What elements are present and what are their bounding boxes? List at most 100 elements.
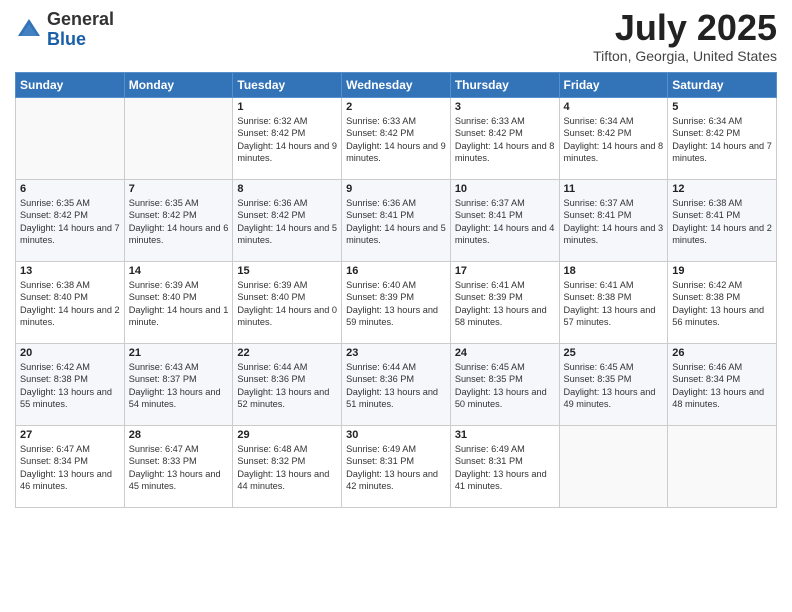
calendar-cell: 1 Sunrise: 6:32 AM Sunset: 8:42 PM Daylig… [233, 98, 342, 180]
calendar-cell: 4 Sunrise: 6:34 AM Sunset: 8:42 PM Daylig… [559, 98, 668, 180]
day-info: Sunrise: 6:42 AM Sunset: 8:38 PM Dayligh… [672, 279, 772, 329]
weekday-header-tuesday: Tuesday [233, 73, 342, 98]
week-row-3: 20 Sunrise: 6:42 AM Sunset: 8:38 PM Dayli… [16, 344, 777, 426]
day-number: 14 [129, 265, 229, 277]
calendar-cell: 30 Sunrise: 6:49 AM Sunset: 8:31 PM Dayli… [342, 426, 451, 508]
day-info: Sunrise: 6:49 AM Sunset: 8:31 PM Dayligh… [346, 443, 446, 493]
calendar-cell: 19 Sunrise: 6:42 AM Sunset: 8:38 PM Dayli… [668, 262, 777, 344]
day-number: 12 [672, 183, 772, 195]
day-info: Sunrise: 6:34 AM Sunset: 8:42 PM Dayligh… [564, 115, 664, 165]
calendar-cell: 13 Sunrise: 6:38 AM Sunset: 8:40 PM Dayli… [16, 262, 125, 344]
logo: General Blue [15, 10, 114, 50]
calendar-cell: 5Sunrise: 6:34 AM Sunset: 8:42 PM Daylig… [668, 98, 777, 180]
day-number: 6 [20, 183, 120, 195]
day-info: Sunrise: 6:42 AM Sunset: 8:38 PM Dayligh… [20, 361, 120, 411]
weekday-header-saturday: Saturday [668, 73, 777, 98]
page: General Blue July 2025 Tifton, Georgia, … [0, 0, 792, 612]
day-number: 11 [564, 183, 664, 195]
calendar-cell: 18Sunrise: 6:41 AM Sunset: 8:38 PM Dayli… [559, 262, 668, 344]
day-info: Sunrise: 6:33 AM Sunset: 8:42 PM Dayligh… [455, 115, 555, 165]
day-number: 20 [20, 347, 120, 359]
day-info: Sunrise: 6:45 AM Sunset: 8:35 PM Dayligh… [455, 361, 555, 411]
day-number: 17 [455, 265, 555, 277]
calendar-cell [124, 98, 233, 180]
day-number: 3 [455, 101, 555, 113]
calendar-cell: 3 Sunrise: 6:33 AM Sunset: 8:42 PM Daylig… [450, 98, 559, 180]
day-info: Sunrise: 6:32 AM Sunset: 8:42 PM Dayligh… [237, 115, 337, 165]
day-info: Sunrise: 6:37 AM Sunset: 8:41 PM Dayligh… [564, 197, 664, 247]
day-info: Sunrise: 6:33 AM Sunset: 8:42 PM Dayligh… [346, 115, 446, 165]
month-title: July 2025 [593, 10, 777, 46]
day-info: Sunrise: 6:47 AM Sunset: 8:33 PM Dayligh… [129, 443, 229, 493]
day-info: Sunrise: 6:38 AM Sunset: 8:41 PM Dayligh… [672, 197, 772, 247]
day-number: 26 [672, 347, 772, 359]
calendar-cell: 8 Sunrise: 6:36 AM Sunset: 8:42 PM Daylig… [233, 180, 342, 262]
day-number: 15 [237, 265, 337, 277]
day-number: 28 [129, 429, 229, 441]
weekday-header-friday: Friday [559, 73, 668, 98]
day-info: Sunrise: 6:39 AM Sunset: 8:40 PM Dayligh… [129, 279, 229, 329]
day-info: Sunrise: 6:40 AM Sunset: 8:39 PM Dayligh… [346, 279, 446, 329]
logo-icon [15, 16, 43, 44]
day-info: Sunrise: 6:44 AM Sunset: 8:36 PM Dayligh… [237, 361, 337, 411]
header: General Blue July 2025 Tifton, Georgia, … [15, 10, 777, 64]
calendar-cell: 22Sunrise: 6:44 AM Sunset: 8:36 PM Dayli… [233, 344, 342, 426]
day-number: 10 [455, 183, 555, 195]
calendar-cell: 31Sunrise: 6:49 AM Sunset: 8:31 PM Dayli… [450, 426, 559, 508]
title-block: July 2025 Tifton, Georgia, United States [593, 10, 777, 64]
week-row-1: 6 Sunrise: 6:35 AM Sunset: 8:42 PM Daylig… [16, 180, 777, 262]
week-row-0: 1 Sunrise: 6:32 AM Sunset: 8:42 PM Daylig… [16, 98, 777, 180]
calendar-cell: 29 Sunrise: 6:48 AM Sunset: 8:32 PM Dayli… [233, 426, 342, 508]
calendar-cell: 17 Sunrise: 6:41 AM Sunset: 8:39 PM Dayli… [450, 262, 559, 344]
day-info: Sunrise: 6:47 AM Sunset: 8:34 PM Dayligh… [20, 443, 120, 493]
day-number: 8 [237, 183, 337, 195]
day-number: 7 [129, 183, 229, 195]
day-info: Sunrise: 6:36 AM Sunset: 8:42 PM Dayligh… [237, 197, 337, 247]
day-info: Sunrise: 6:46 AM Sunset: 8:34 PM Dayligh… [672, 361, 772, 411]
day-number: 4 [564, 101, 664, 113]
day-number: 24 [455, 347, 555, 359]
day-number: 18 [564, 265, 664, 277]
week-row-4: 27 Sunrise: 6:47 AM Sunset: 8:34 PM Dayli… [16, 426, 777, 508]
calendar-cell: 15 Sunrise: 6:39 AM Sunset: 8:40 PM Dayli… [233, 262, 342, 344]
day-info: Sunrise: 6:37 AM Sunset: 8:41 PM Dayligh… [455, 197, 555, 247]
day-number: 19 [672, 265, 772, 277]
logo-text: General Blue [47, 10, 114, 50]
day-number: 30 [346, 429, 446, 441]
calendar-cell: 9Sunrise: 6:36 AM Sunset: 8:41 PM Daylig… [342, 180, 451, 262]
day-number: 13 [20, 265, 120, 277]
day-info: Sunrise: 6:41 AM Sunset: 8:39 PM Dayligh… [455, 279, 555, 329]
logo-general: General [47, 9, 114, 29]
calendar-cell: 25 Sunrise: 6:45 AM Sunset: 8:35 PM Dayli… [559, 344, 668, 426]
day-info: Sunrise: 6:38 AM Sunset: 8:40 PM Dayligh… [20, 279, 120, 329]
weekday-header-thursday: Thursday [450, 73, 559, 98]
calendar-cell: 16 Sunrise: 6:40 AM Sunset: 8:39 PM Dayli… [342, 262, 451, 344]
day-info: Sunrise: 6:35 AM Sunset: 8:42 PM Dayligh… [129, 197, 229, 247]
day-info: Sunrise: 6:43 AM Sunset: 8:37 PM Dayligh… [129, 361, 229, 411]
day-number: 31 [455, 429, 555, 441]
day-number: 2 [346, 101, 446, 113]
location: Tifton, Georgia, United States [593, 48, 777, 64]
calendar-cell: 14 Sunrise: 6:39 AM Sunset: 8:40 PM Dayli… [124, 262, 233, 344]
calendar-cell [668, 426, 777, 508]
calendar-cell: 21Sunrise: 6:43 AM Sunset: 8:37 PM Dayli… [124, 344, 233, 426]
day-number: 5 [672, 101, 772, 113]
day-number: 27 [20, 429, 120, 441]
weekday-header-wednesday: Wednesday [342, 73, 451, 98]
logo-blue: Blue [47, 29, 86, 49]
calendar-cell: 26 Sunrise: 6:46 AM Sunset: 8:34 PM Dayli… [668, 344, 777, 426]
day-info: Sunrise: 6:48 AM Sunset: 8:32 PM Dayligh… [237, 443, 337, 493]
day-number: 29 [237, 429, 337, 441]
calendar-cell: 20 Sunrise: 6:42 AM Sunset: 8:38 PM Dayli… [16, 344, 125, 426]
day-info: Sunrise: 6:39 AM Sunset: 8:40 PM Dayligh… [237, 279, 337, 329]
day-number: 16 [346, 265, 446, 277]
calendar: SundayMondayTuesdayWednesdayThursdayFrid… [15, 72, 777, 508]
day-info: Sunrise: 6:45 AM Sunset: 8:35 PM Dayligh… [564, 361, 664, 411]
day-number: 1 [237, 101, 337, 113]
calendar-cell: 24 Sunrise: 6:45 AM Sunset: 8:35 PM Dayli… [450, 344, 559, 426]
calendar-cell: 23Sunrise: 6:44 AM Sunset: 8:36 PM Dayli… [342, 344, 451, 426]
calendar-cell [559, 426, 668, 508]
weekday-header-sunday: Sunday [16, 73, 125, 98]
day-number: 25 [564, 347, 664, 359]
day-number: 9 [346, 183, 446, 195]
